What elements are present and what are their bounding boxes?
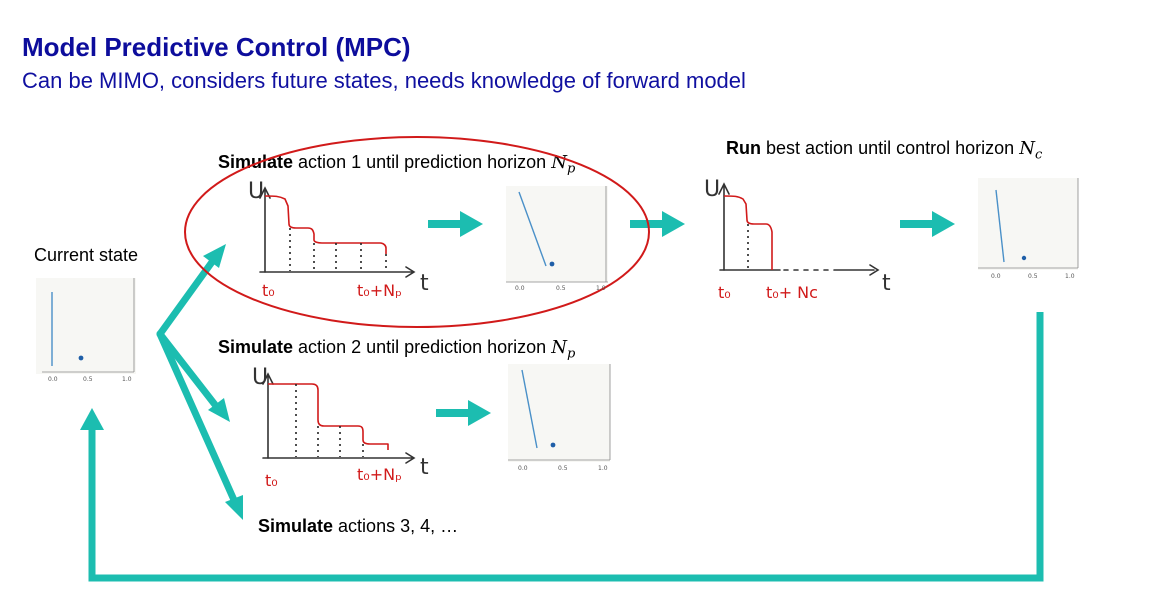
tick-label: 0.5 xyxy=(556,285,566,292)
plot-point xyxy=(549,261,555,267)
branch-arrow-3 xyxy=(156,330,243,520)
sketch-action2: U t t₀ t₀+Nₚ xyxy=(252,365,429,490)
plot-point xyxy=(1021,255,1027,261)
t0-label: t₀ xyxy=(718,283,731,302)
tick-label: 1.0 xyxy=(1065,273,1075,280)
flow-arrow-4 xyxy=(436,400,491,426)
t0-np-label: t₀+Nₚ xyxy=(357,465,402,484)
tick-label: 0.5 xyxy=(1028,273,1038,280)
t0-label: t₀ xyxy=(262,281,275,300)
tick-label: 0.5 xyxy=(83,376,93,383)
flow-arrow-1 xyxy=(428,211,483,237)
flow-arrow-2 xyxy=(630,211,685,237)
tick-label: 1.0 xyxy=(596,285,606,292)
t0-np-label: t₀+Nₚ xyxy=(357,281,402,300)
t-axis-label: t xyxy=(420,455,429,480)
plot-action2-result: 0.0 0.5 1.0 xyxy=(508,364,611,472)
u-axis-label: U xyxy=(252,365,268,390)
tick-label: 1.0 xyxy=(598,465,608,472)
plot-current-state: 0.0 0.5 1.0 xyxy=(36,278,136,383)
tick-label: 0.0 xyxy=(518,465,528,472)
tick-label: 0.0 xyxy=(515,285,525,292)
u-axis-label: U xyxy=(704,177,720,202)
tick-label: 1.0 xyxy=(122,376,132,383)
tick-label: 0.5 xyxy=(558,465,568,472)
flow-arrow-3 xyxy=(900,211,955,237)
plot-action1-result: 0.0 0.5 1.0 xyxy=(506,186,608,292)
sketch-action1: U t t₀ t₀+Nₚ xyxy=(248,179,429,300)
t0-nc-label: t₀+ Nc xyxy=(766,283,818,302)
t-axis-label: t xyxy=(420,271,429,296)
u-axis-label: U xyxy=(248,179,264,204)
sketch-run: U t t₀ t₀+ Nc xyxy=(704,177,891,302)
diagram-canvas: U t t₀ t₀+Nₚ U t t₀ t₀+Nₚ U t t₀ t₀+ Nc xyxy=(36,136,1079,582)
plot-run-result: 0.0 0.5 1.0 xyxy=(978,178,1079,280)
t-axis-label: t xyxy=(882,271,891,296)
t0-label: t₀ xyxy=(265,471,278,490)
plot-point xyxy=(550,442,556,448)
tick-label: 0.0 xyxy=(48,376,58,383)
plot-point xyxy=(78,355,84,361)
tick-label: 0.0 xyxy=(991,273,1001,280)
